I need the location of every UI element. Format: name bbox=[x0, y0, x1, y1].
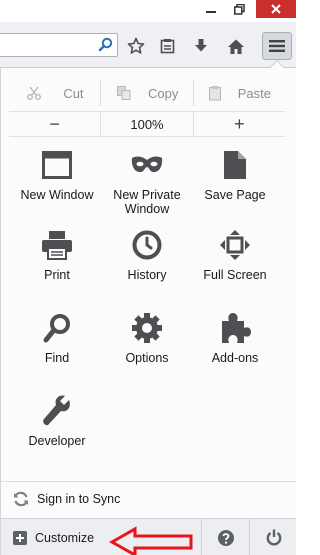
add-ons-button[interactable]: Add-ons bbox=[189, 311, 281, 365]
printer-icon bbox=[42, 231, 72, 260]
page-icon bbox=[224, 151, 246, 179]
clock-icon bbox=[132, 230, 162, 260]
browser-window: Cut Copy Paste − 100% + New Window New P… bbox=[0, 0, 296, 555]
add-ons-label: Add-ons bbox=[211, 351, 259, 365]
zoom-controls: − 100% + bbox=[9, 111, 285, 137]
sign-in-sync-button[interactable]: Sign in to Sync bbox=[1, 481, 296, 515]
power-icon bbox=[266, 529, 281, 546]
scissors-icon bbox=[26, 86, 41, 100]
sync-label: Sign in to Sync bbox=[37, 491, 121, 506]
magnifier-icon bbox=[43, 314, 70, 343]
zoom-reset-button[interactable]: 100% bbox=[100, 112, 192, 136]
window-icon bbox=[42, 151, 72, 179]
cut-label: Cut bbox=[63, 85, 84, 101]
new-window-label: New Window bbox=[20, 188, 94, 202]
paste-button[interactable]: Paste bbox=[192, 80, 285, 106]
maximize-button[interactable] bbox=[226, 0, 252, 18]
help-icon bbox=[217, 529, 234, 546]
zoom-in-button[interactable]: + bbox=[192, 112, 285, 136]
history-button[interactable]: History bbox=[101, 228, 193, 282]
edit-controls: Cut Copy Paste bbox=[9, 80, 285, 106]
find-button[interactable]: Find bbox=[11, 311, 103, 365]
close-button[interactable] bbox=[256, 0, 296, 18]
title-bar bbox=[0, 0, 296, 22]
options-label: Options bbox=[125, 351, 169, 365]
menu-panel: Cut Copy Paste − 100% + New Window New P… bbox=[0, 59, 296, 555]
options-button[interactable]: Options bbox=[101, 311, 193, 365]
save-page-button[interactable]: Save Page bbox=[189, 148, 281, 202]
close-icon bbox=[271, 4, 281, 14]
hamburger-menu-icon bbox=[269, 40, 285, 52]
clipboard-icon bbox=[208, 86, 221, 101]
puzzle-icon bbox=[222, 313, 251, 343]
reading-list-icon[interactable] bbox=[156, 35, 178, 57]
customize-label: Customize bbox=[35, 530, 95, 545]
full-screen-button[interactable]: Full Screen bbox=[189, 228, 281, 282]
restore-icon bbox=[233, 3, 245, 15]
mask-icon bbox=[131, 156, 163, 173]
print-button[interactable]: Print bbox=[11, 228, 103, 282]
bookmark-star-icon[interactable] bbox=[125, 35, 147, 57]
copy-label: Copy bbox=[148, 85, 179, 101]
new-private-window-button[interactable]: New Private Window bbox=[101, 148, 193, 216]
wrench-icon bbox=[43, 395, 70, 426]
developer-label: Developer bbox=[28, 434, 86, 448]
minimize-icon bbox=[206, 11, 216, 13]
developer-button[interactable]: Developer bbox=[11, 394, 103, 448]
sync-icon bbox=[13, 491, 29, 507]
plus-box-icon bbox=[13, 530, 27, 545]
annotation-arrow-icon bbox=[109, 526, 193, 555]
navigation-toolbar bbox=[0, 22, 296, 68]
copy-button[interactable]: Copy bbox=[100, 80, 192, 106]
download-icon[interactable] bbox=[190, 35, 212, 57]
print-label: Print bbox=[44, 268, 70, 282]
quit-button[interactable] bbox=[249, 519, 296, 555]
cut-button[interactable]: Cut bbox=[9, 80, 100, 106]
fullscreen-icon bbox=[220, 230, 250, 260]
find-label: Find bbox=[44, 351, 70, 365]
copy-icon bbox=[116, 86, 131, 100]
new-private-window-label: New Private Window bbox=[113, 188, 181, 216]
new-window-button[interactable]: New Window bbox=[11, 148, 103, 202]
zoom-out-button[interactable]: − bbox=[9, 112, 100, 136]
home-icon[interactable] bbox=[225, 35, 247, 57]
help-button[interactable] bbox=[201, 519, 249, 555]
paste-label: Paste bbox=[237, 85, 271, 101]
search-bar[interactable] bbox=[0, 33, 118, 57]
full-screen-label: Full Screen bbox=[203, 268, 267, 282]
open-menu-button[interactable] bbox=[262, 32, 292, 60]
search-icon[interactable] bbox=[98, 37, 113, 57]
history-label: History bbox=[127, 268, 167, 282]
save-page-label: Save Page bbox=[204, 188, 266, 202]
minimize-button[interactable] bbox=[198, 0, 224, 18]
gear-icon bbox=[132, 313, 162, 343]
